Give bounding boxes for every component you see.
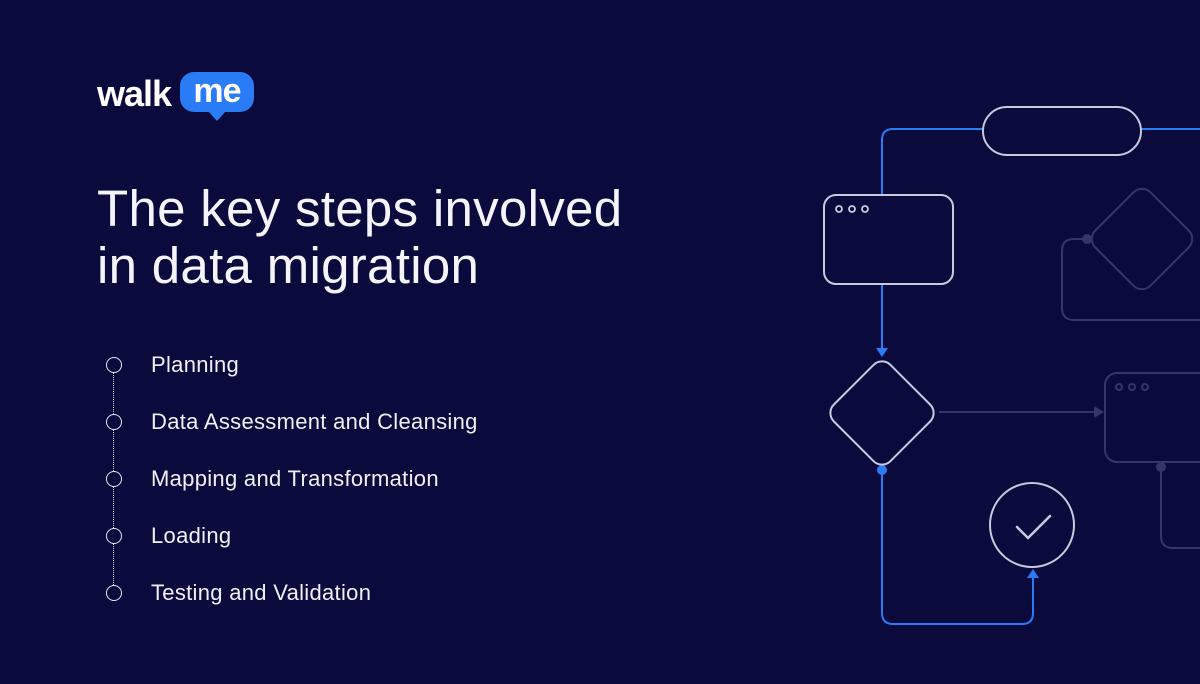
step-item: Testing and Validation <box>106 580 606 637</box>
faded-diamond-node <box>1090 187 1194 291</box>
title-line-2: in data migration <box>97 237 480 294</box>
window-node <box>823 194 954 285</box>
step-connector <box>113 430 114 471</box>
step-item: Planning <box>106 352 606 414</box>
logo-text-walk: walk <box>97 73 172 114</box>
step-item: Loading <box>106 523 606 585</box>
faded-window-node <box>1104 372 1200 463</box>
diamond-decision-node <box>829 360 935 466</box>
window-dot-icon <box>1128 383 1136 391</box>
page-title: The key steps involved in data migration <box>97 180 737 294</box>
faded-branch-line <box>1160 467 1200 549</box>
arrow-up-icon <box>1027 569 1039 578</box>
step-item: Mapping and Transformation <box>106 466 606 528</box>
faded-connector-dot <box>1082 234 1092 244</box>
step-circle-icon <box>106 414 122 430</box>
window-dot-icon <box>1115 383 1123 391</box>
step-circle-icon <box>106 471 122 487</box>
check-circle-node <box>989 482 1075 568</box>
steps-list: Planning Data Assessment and Cleansing M… <box>106 352 606 637</box>
flow-connector-dot <box>877 465 887 475</box>
step-connector <box>113 373 114 414</box>
step-connector <box>113 544 114 585</box>
window-dot-icon <box>1141 383 1149 391</box>
step-label: Data Assessment and Cleansing <box>151 409 478 434</box>
step-connector <box>113 487 114 528</box>
step-circle-icon <box>106 528 122 544</box>
arrow-down-icon <box>876 348 888 357</box>
walkme-logo: walk me <box>97 72 257 124</box>
step-circle-icon <box>106 357 122 373</box>
step-item: Data Assessment and Cleansing <box>106 409 606 471</box>
faded-elements <box>939 187 1200 549</box>
logo-text-me: me <box>193 72 241 110</box>
step-label: Testing and Validation <box>151 580 372 605</box>
step-label: Loading <box>151 523 232 548</box>
step-label: Planning <box>151 352 240 377</box>
pill-node <box>982 106 1142 156</box>
logo-speech-bubble-icon: me <box>180 72 254 121</box>
faded-loop-line <box>1061 238 1200 321</box>
main-nodes <box>823 106 1142 568</box>
step-circle-icon <box>106 585 122 601</box>
step-label: Mapping and Transformation <box>151 466 439 491</box>
title-line-1: The key steps involved <box>97 180 623 237</box>
faded-arrow-head <box>1094 406 1104 418</box>
